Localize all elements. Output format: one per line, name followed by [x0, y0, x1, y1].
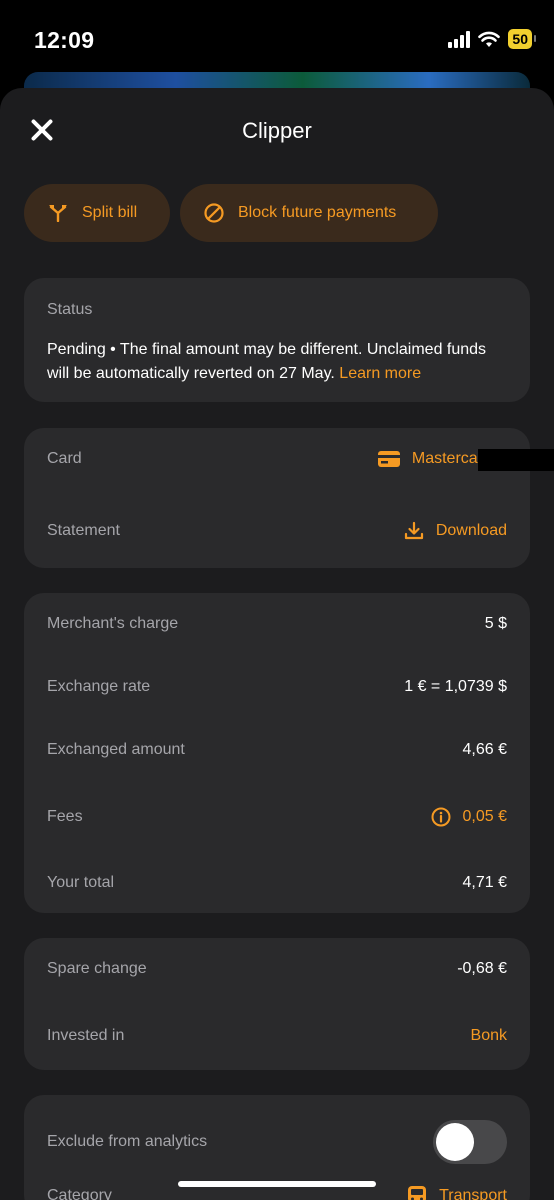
toggle-knob: [436, 1123, 474, 1161]
credit-card-icon: [377, 451, 400, 467]
category-label: Category: [47, 1187, 112, 1200]
status-text: Pending • The final amount may be differ…: [47, 338, 500, 386]
merchant-charge-label: Merchant's charge: [47, 615, 179, 632]
split-icon: [49, 205, 67, 222]
statement-label: Statement: [47, 522, 120, 539]
fees-amount: 0,05 €: [462, 808, 507, 825]
cellular-signal-icon: [448, 30, 471, 48]
battery-icon: 50: [508, 29, 536, 49]
category-row[interactable]: Category Transport: [47, 1185, 507, 1200]
split-bill-label: Split bill: [82, 204, 138, 221]
spare-change-row: Spare change -0,68 €: [47, 960, 507, 978]
charge-row: Exchange rate 1 € = 1,0739 $: [47, 678, 507, 696]
exclude-analytics-label: Exclude from analytics: [47, 1133, 208, 1150]
fees-value[interactable]: 0,05 €: [431, 807, 507, 827]
charge-row: Exchanged amount 4,66 €: [47, 741, 507, 759]
block-icon: [204, 203, 224, 223]
learn-more-link[interactable]: Learn more: [339, 365, 421, 382]
exchanged-amount-label: Exchanged amount: [47, 741, 185, 758]
exchange-rate-label: Exchange rate: [47, 678, 151, 695]
exchanged-amount-value: 4,66 €: [462, 741, 507, 758]
statement-row[interactable]: Statement Download: [47, 521, 507, 541]
spare-change-card: Spare change -0,68 € Invested in Bonk: [24, 938, 530, 1070]
card-label: Card: [47, 450, 82, 467]
status-bar: 12:09 50: [0, 0, 554, 80]
your-total-value: 4,71 €: [462, 874, 507, 891]
block-payments-button[interactable]: Block future payments: [180, 184, 438, 242]
home-indicator[interactable]: [178, 1181, 376, 1187]
status-label: Status: [47, 301, 93, 318]
card-details: Card Mastercard ·· Statement Download: [24, 428, 554, 568]
status-icons: 50: [448, 29, 536, 49]
category-value[interactable]: Transport: [407, 1185, 507, 1200]
split-bill-button[interactable]: Split bill: [24, 184, 170, 242]
block-payments-label: Block future payments: [238, 204, 397, 221]
download-icon: [404, 521, 423, 540]
redacted-card-number: [478, 449, 554, 471]
invested-in-link[interactable]: Bonk: [471, 1027, 507, 1045]
your-total-label: Your total: [47, 874, 115, 891]
page-title: Clipper: [242, 118, 312, 143]
charges-card: Merchant's charge 5 $ Exchange rate 1 € …: [24, 593, 530, 913]
exclude-analytics-row: Exclude from analytics: [47, 1120, 507, 1164]
card-row[interactable]: Card Mastercard ··: [47, 449, 554, 471]
invested-in-label: Invested in: [47, 1027, 125, 1044]
info-icon: [431, 807, 451, 827]
charge-row: Merchant's charge 5 $: [47, 615, 507, 633]
download-button[interactable]: Download: [404, 521, 507, 541]
card-value[interactable]: Mastercard ··: [377, 449, 554, 471]
download-label: Download: [435, 522, 507, 539]
transaction-sheet: Clipper Split bill Block future payments…: [0, 88, 554, 1200]
status-time: 12:09: [34, 27, 95, 53]
merchant-charge-value: 5 $: [484, 615, 507, 632]
exclude-analytics-toggle[interactable]: [433, 1120, 507, 1164]
status-card: Status Pending • The final amount may be…: [24, 278, 530, 402]
spare-change-label: Spare change: [47, 960, 147, 977]
spare-change-value: -0,68 €: [457, 960, 507, 977]
wifi-icon: [478, 31, 501, 47]
category-name: Transport: [439, 1187, 507, 1200]
invested-in-row[interactable]: Invested in Bonk: [47, 1027, 507, 1045]
bus-icon: [408, 1186, 427, 1200]
fees-row[interactable]: Fees 0,05 €: [47, 807, 507, 827]
charge-row: Your total 4,71 €: [47, 874, 507, 892]
fees-label: Fees: [47, 808, 83, 825]
exchange-rate-value: 1 € = 1,0739 $: [404, 678, 507, 695]
